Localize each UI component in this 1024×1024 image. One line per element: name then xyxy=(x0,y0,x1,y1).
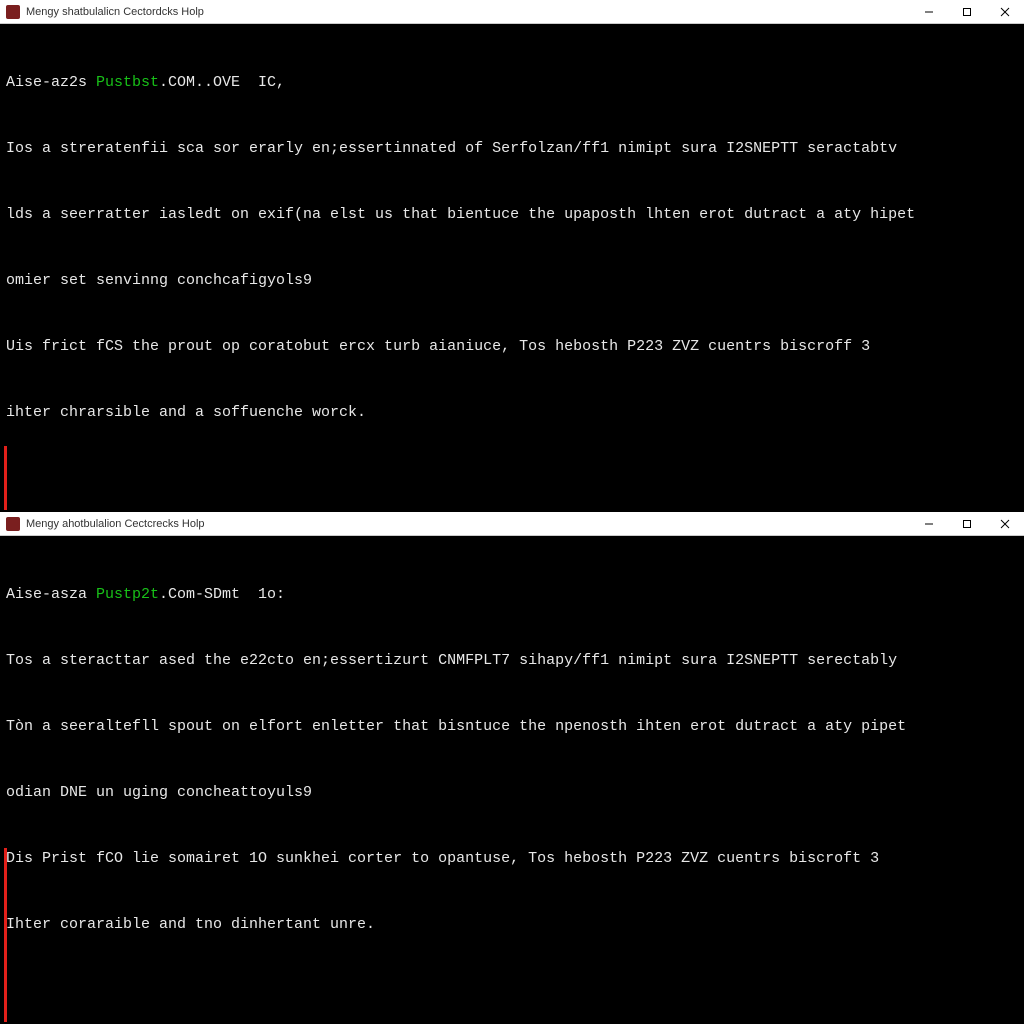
term-line xyxy=(6,468,1018,490)
term-text: Aise-az2s xyxy=(6,74,96,91)
maximize-button[interactable] xyxy=(948,0,986,23)
close-button[interactable] xyxy=(986,512,1024,535)
term-line: Ihter coraraible and tno dinhertant unre… xyxy=(6,914,1018,936)
minimize-button[interactable] xyxy=(910,0,948,23)
terminal-window-top: Mengy shatbulalicn Cectordcks Holp Aise-… xyxy=(0,0,1024,512)
term-line: Ios a streratenfii sca sor erarly en;ess… xyxy=(6,138,1018,160)
red-indicator-bar xyxy=(4,446,7,510)
term-line: odian DNE un uging concheattoyuls9 xyxy=(6,782,1018,804)
term-line: Uis frict fCS the prout op coratobut erc… xyxy=(6,336,1018,358)
term-line: Dis Prist fCO lie somairet 1O sunkhei co… xyxy=(6,848,1018,870)
terminal-content-bottom[interactable]: Aise-asza Pustp2t.Com-SDmt 1o: Tos a ste… xyxy=(0,536,1024,1024)
window-title: Mengy shatbulalicn Cectordcks Holp xyxy=(26,6,910,18)
prompt-text: Pustbst xyxy=(96,74,159,91)
app-icon xyxy=(6,5,20,19)
term-text: .Com-SDmt 1o: xyxy=(159,586,285,603)
window-controls xyxy=(910,512,1024,535)
term-line: lds a seerratter iasledt on exif(na elst… xyxy=(6,204,1018,226)
term-text: Aise-asza xyxy=(6,586,96,603)
titlebar: Mengy ahotbulalion Cectcrecks Holp xyxy=(0,512,1024,536)
term-line: Tòn a seeraltefll spout on elfort enlett… xyxy=(6,716,1018,738)
window-title: Mengy ahotbulalion Cectcrecks Holp xyxy=(26,518,910,530)
prompt-text: Pustp2t xyxy=(96,586,159,603)
term-text: .COM..OVE IC, xyxy=(159,74,285,91)
window-controls xyxy=(910,0,1024,23)
red-indicator-bar xyxy=(4,848,7,1022)
titlebar: Mengy shatbulalicn Cectordcks Holp xyxy=(0,0,1024,24)
close-button[interactable] xyxy=(986,0,1024,23)
maximize-button[interactable] xyxy=(948,512,986,535)
term-line: Tos a steracttar ased the e22cto en;esse… xyxy=(6,650,1018,672)
app-icon xyxy=(6,517,20,531)
term-line xyxy=(6,980,1018,1002)
minimize-button[interactable] xyxy=(910,512,948,535)
term-line: ihter chrarsible and a soffuenche worck. xyxy=(6,402,1018,424)
terminal-window-bottom: Mengy ahotbulalion Cectcrecks Holp Aise-… xyxy=(0,512,1024,1024)
term-line: omier set senvinng conchcafigyols9 xyxy=(6,270,1018,292)
